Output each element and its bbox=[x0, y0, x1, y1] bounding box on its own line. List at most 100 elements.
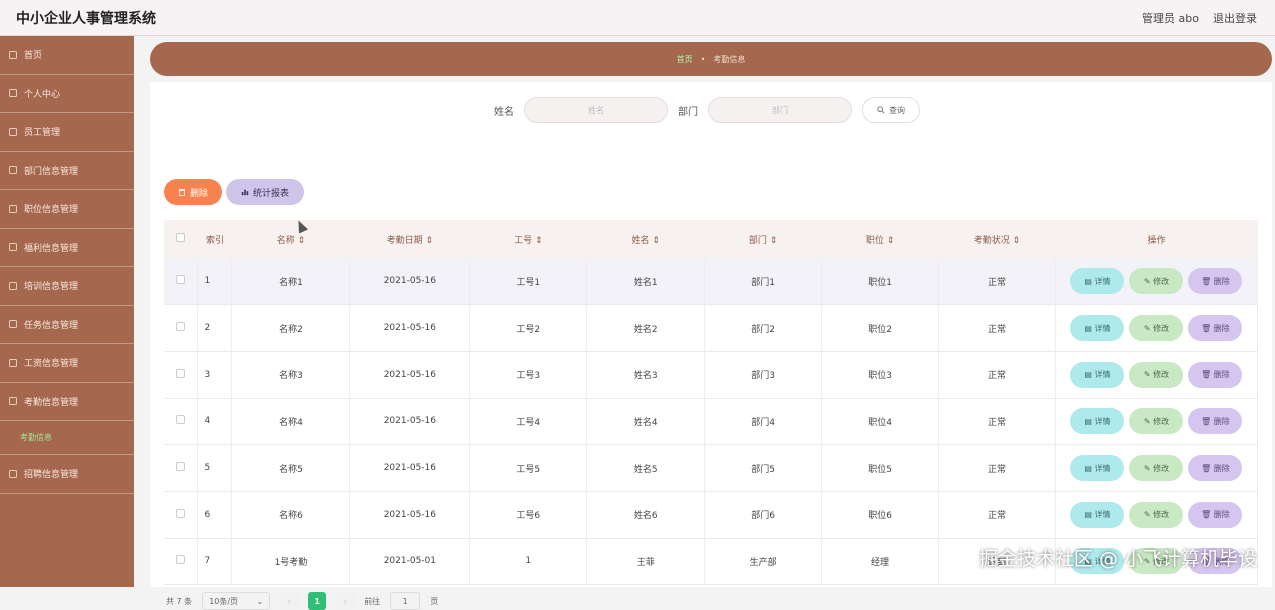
search-bar: 姓名 姓名 部门 部门 查询 bbox=[494, 97, 920, 123]
watermark: 掘金技术社区 @ 小飞计算机毕设 bbox=[979, 544, 1257, 571]
table-cell: 部门1 bbox=[705, 258, 822, 305]
sidebar-subitem-attendance[interactable]: 考勤信息 bbox=[0, 421, 134, 455]
prev-page-button[interactable]: ‹ bbox=[280, 592, 298, 610]
row-checkbox[interactable] bbox=[164, 445, 198, 492]
column-header-3[interactable]: 工号 ⇕ bbox=[470, 220, 587, 258]
batch-delete-button[interactable]: 删除 bbox=[164, 179, 222, 205]
page-number-current[interactable]: 1 bbox=[308, 592, 326, 610]
delete-button[interactable]: 🗑 删除 bbox=[1188, 362, 1242, 388]
table-cell: 名称5 bbox=[232, 445, 350, 492]
content-panel: 姓名 姓名 部门 部门 查询 删除 统计报表 bbox=[150, 82, 1272, 587]
select-all-checkbox[interactable] bbox=[164, 220, 198, 258]
table-cell: 名称1 bbox=[232, 258, 350, 305]
sidebar-item-2[interactable]: 员工管理 bbox=[0, 113, 134, 152]
sidebar-item-9[interactable]: 考勤信息管理 bbox=[0, 383, 134, 422]
table-cell: 姓名3 bbox=[587, 351, 705, 398]
page-suffix: 页 bbox=[430, 596, 438, 607]
home-icon bbox=[8, 50, 18, 60]
table-cell: 姓名1 bbox=[587, 258, 705, 305]
table-cell: 工号5 bbox=[470, 445, 587, 492]
table-cell: 正常 bbox=[939, 351, 1056, 398]
table-cell: 正常 bbox=[939, 305, 1056, 352]
table-cell: 2021-05-16 bbox=[350, 305, 470, 352]
table-cell: 1 bbox=[198, 258, 232, 305]
edit-button[interactable]: ✎ 修改 bbox=[1129, 268, 1183, 294]
goto-page-input[interactable]: 1 bbox=[390, 592, 420, 610]
row-checkbox[interactable] bbox=[164, 305, 198, 352]
sidebar-item-4[interactable]: 职位信息管理 bbox=[0, 190, 134, 229]
next-page-button[interactable]: › bbox=[336, 592, 354, 610]
column-header-2[interactable]: 考勤日期 ⇕ bbox=[350, 220, 470, 258]
delete-button[interactable]: 🗑 删除 bbox=[1188, 502, 1242, 528]
column-header-7[interactable]: 考勤状况 ⇕ bbox=[939, 220, 1056, 258]
detail-button[interactable]: ▤ 详情 bbox=[1070, 502, 1124, 528]
briefcase-icon bbox=[8, 469, 18, 479]
column-header-5[interactable]: 部门 ⇕ bbox=[705, 220, 822, 258]
detail-button[interactable]: ▤ 详情 bbox=[1070, 455, 1124, 481]
trash-icon bbox=[178, 188, 186, 196]
edit-button[interactable]: ✎ 修改 bbox=[1129, 455, 1183, 481]
detail-button[interactable]: ▤ 详情 bbox=[1070, 408, 1124, 434]
detail-button[interactable]: ▤ 详情 bbox=[1070, 268, 1124, 294]
column-header-6[interactable]: 职位 ⇕ bbox=[822, 220, 939, 258]
table-cell: 名称3 bbox=[232, 351, 350, 398]
row-checkbox[interactable] bbox=[164, 491, 198, 538]
batch-delete-label: 删除 bbox=[190, 186, 208, 199]
goto-label: 前往 bbox=[364, 596, 380, 607]
edit-button[interactable]: ✎ 修改 bbox=[1129, 408, 1183, 434]
sidebar-item-6[interactable]: 培训信息管理 bbox=[0, 267, 134, 306]
row-actions: ▤ 详情✎ 修改🗑 删除 bbox=[1055, 258, 1257, 305]
column-header-1[interactable]: 名称 ⇕ bbox=[232, 220, 350, 258]
breadcrumb-current: 考勤信息 bbox=[713, 54, 745, 65]
sidebar-item-recruitment[interactable]: 招聘信息管理 bbox=[0, 455, 134, 494]
table-cell: 生产部 bbox=[705, 538, 822, 585]
delete-button[interactable]: 🗑 删除 bbox=[1188, 408, 1242, 434]
delete-button[interactable]: 🗑 删除 bbox=[1188, 455, 1242, 481]
sidebar-item-label: 员工管理 bbox=[24, 125, 60, 138]
table-cell: 职位4 bbox=[822, 398, 939, 445]
table-cell: 5 bbox=[198, 445, 232, 492]
query-button[interactable]: 查询 bbox=[862, 97, 920, 123]
dept-search-input[interactable]: 部门 bbox=[708, 97, 852, 123]
table-cell: 部门4 bbox=[705, 398, 822, 445]
breadcrumb-home[interactable]: 首页 bbox=[677, 54, 693, 65]
row-checkbox[interactable] bbox=[164, 351, 198, 398]
table-row: 5名称52021-05-16工号5姓名5部门5职位5正常▤ 详情✎ 修改🗑 删除 bbox=[164, 445, 1258, 492]
sidebar-item-8[interactable]: 工资信息管理 bbox=[0, 344, 134, 383]
sidebar-item-7[interactable]: 任务信息管理 bbox=[0, 306, 134, 345]
table-cell: 职位2 bbox=[822, 305, 939, 352]
table-row: 3名称32021-05-16工号3姓名3部门3职位3正常▤ 详情✎ 修改🗑 删除 bbox=[164, 351, 1258, 398]
breadcrumb-separator: • bbox=[701, 55, 706, 64]
sidebar-item-1[interactable]: 个人中心 bbox=[0, 75, 134, 114]
table-cell: 姓名4 bbox=[587, 398, 705, 445]
dept-label: 部门 bbox=[678, 103, 698, 118]
table-cell: 正常 bbox=[939, 398, 1056, 445]
delete-button[interactable]: 🗑 删除 bbox=[1188, 315, 1242, 341]
row-checkbox[interactable] bbox=[164, 398, 198, 445]
delete-button[interactable]: 🗑 删除 bbox=[1188, 268, 1242, 294]
sidebar-item-5[interactable]: 福利信息管理 bbox=[0, 229, 134, 268]
logout-link[interactable]: 退出登录 bbox=[1213, 10, 1257, 26]
edit-button[interactable]: ✎ 修改 bbox=[1129, 502, 1183, 528]
name-label: 姓名 bbox=[494, 103, 514, 118]
table-cell: 工号6 bbox=[470, 491, 587, 538]
page-size-select[interactable]: 10条/页 ⌄ bbox=[202, 592, 270, 610]
edit-button[interactable]: ✎ 修改 bbox=[1129, 315, 1183, 341]
row-actions: ▤ 详情✎ 修改🗑 删除 bbox=[1055, 491, 1257, 538]
name-search-input[interactable]: 姓名 bbox=[524, 97, 668, 123]
sidebar-item-label: 个人中心 bbox=[24, 87, 60, 100]
detail-button[interactable]: ▤ 详情 bbox=[1070, 362, 1124, 388]
report-button[interactable]: 统计报表 bbox=[226, 179, 304, 205]
row-checkbox[interactable] bbox=[164, 538, 198, 585]
column-header-4[interactable]: 姓名 ⇕ bbox=[587, 220, 705, 258]
edit-button[interactable]: ✎ 修改 bbox=[1129, 362, 1183, 388]
table-cell: 名称6 bbox=[232, 491, 350, 538]
sidebar-item-3[interactable]: 部门信息管理 bbox=[0, 152, 134, 191]
sidebar-item-0[interactable]: 首页 bbox=[0, 36, 134, 75]
table-cell: 工号1 bbox=[470, 258, 587, 305]
row-checkbox[interactable] bbox=[164, 258, 198, 305]
detail-button[interactable]: ▤ 详情 bbox=[1070, 315, 1124, 341]
table-cell: 职位5 bbox=[822, 445, 939, 492]
sidebar-item-label: 招聘信息管理 bbox=[24, 467, 78, 480]
table-cell: 部门2 bbox=[705, 305, 822, 352]
